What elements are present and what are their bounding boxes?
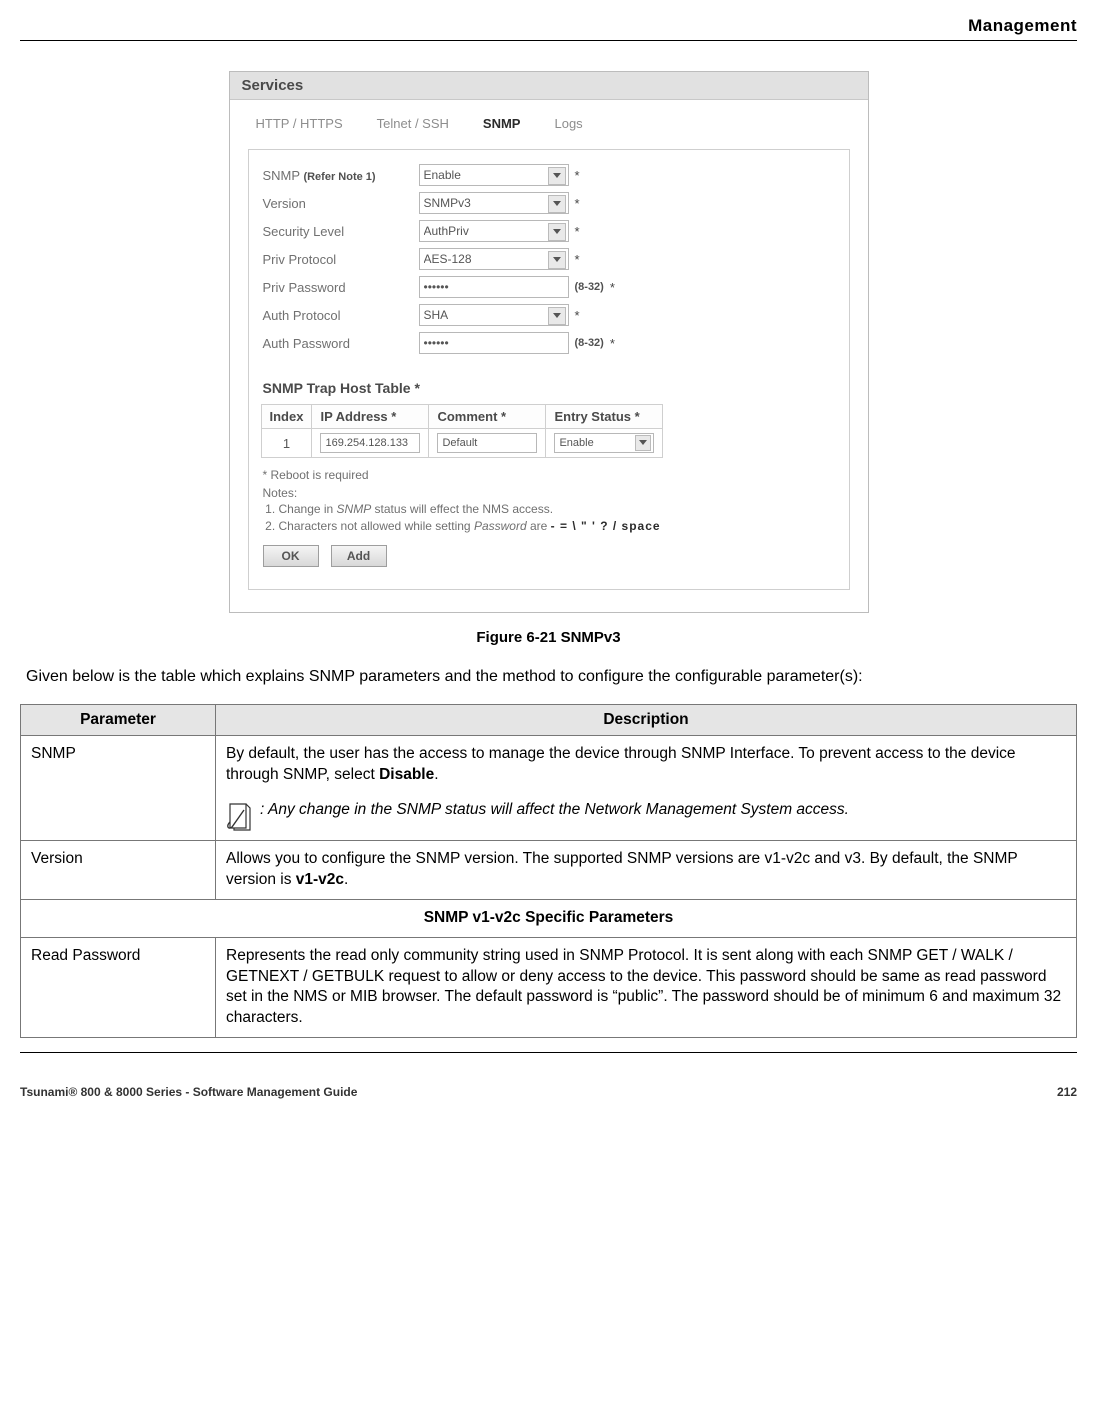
table-row: Version Allows you to configure the SNMP… <box>21 840 1077 899</box>
note-icon <box>226 802 252 832</box>
param-desc-version: Allows you to configure the SNMP version… <box>216 840 1077 899</box>
th-index: Index <box>261 405 312 429</box>
th-comment: Comment * <box>429 405 546 429</box>
asterisk: * <box>610 336 615 351</box>
auth-password-label: Auth Password <box>259 336 419 351</box>
note-1: Change in SNMP status will effect the NM… <box>279 502 839 516</box>
trap-ip-input[interactable] <box>320 433 420 453</box>
page-header: Management <box>20 10 1077 40</box>
version-select[interactable] <box>419 192 569 214</box>
asterisk: * <box>575 224 580 239</box>
services-screenshot: Services HTTP / HTTPS Telnet / SSH SNMP … <box>229 71 869 613</box>
auth-password-range: (8-32) <box>575 337 604 349</box>
snmp-refer-note: (Refer Note 1) <box>303 171 375 183</box>
auth-protocol-select[interactable] <box>419 304 569 326</box>
trap-index-cell: 1 <box>261 429 312 458</box>
auth-password-input[interactable] <box>419 332 569 354</box>
auth-protocol-label: Auth Protocol <box>259 308 419 323</box>
trap-host-table-title: SNMP Trap Host Table * <box>263 380 839 396</box>
th-description: Description <box>216 705 1077 736</box>
asterisk: * <box>575 252 580 267</box>
priv-password-label: Priv Password <box>259 280 419 295</box>
note-text: : Any change in the SNMP status will aff… <box>260 800 849 832</box>
asterisk: * <box>575 196 580 211</box>
param-name-snmp: SNMP <box>21 736 216 841</box>
tab-telnet-ssh[interactable]: Telnet / SSH <box>377 116 449 131</box>
page-number: 212 <box>1057 1085 1077 1099</box>
th-parameter: Parameter <box>21 705 216 736</box>
lead-text: Given below is the table which explains … <box>26 668 1077 686</box>
trap-status-select[interactable] <box>554 433 654 453</box>
snmp-label: SNMP <box>263 168 300 183</box>
param-name-read-password: Read Password <box>21 937 216 1038</box>
security-level-select[interactable] <box>419 220 569 242</box>
footer-divider <box>20 1052 1077 1053</box>
table-row: Read Password Represents the read only c… <box>21 937 1077 1038</box>
header-divider <box>20 40 1077 41</box>
page-footer: Tsunami® 800 & 8000 Series - Software Ma… <box>20 1085 1077 1099</box>
version-label: Version <box>259 196 419 211</box>
services-tabs: HTTP / HTTPS Telnet / SSH SNMP Logs <box>230 100 868 137</box>
note-2: Characters not allowed while setting Pas… <box>279 519 839 533</box>
notes-list: Change in SNMP status will effect the NM… <box>279 502 839 533</box>
notes-label: Notes: <box>263 486 839 500</box>
param-desc-read-password: Represents the read only community strin… <box>216 937 1077 1038</box>
tab-http-https[interactable]: HTTP / HTTPS <box>256 116 343 131</box>
services-panel-title: Services <box>230 72 868 100</box>
footer-text: Tsunami® 800 & 8000 Series - Software Ma… <box>20 1085 357 1099</box>
trap-host-table: Index IP Address * Comment * Entry Statu… <box>261 404 664 458</box>
tab-snmp[interactable]: SNMP <box>483 116 521 131</box>
param-desc-snmp: By default, the user has the access to m… <box>216 736 1077 841</box>
asterisk: * <box>610 280 615 295</box>
tab-logs[interactable]: Logs <box>554 116 582 131</box>
security-level-label: Security Level <box>259 224 419 239</box>
th-entry-status: Entry Status * <box>546 405 663 429</box>
priv-protocol-select[interactable] <box>419 248 569 270</box>
priv-password-range: (8-32) <box>575 281 604 293</box>
ok-button[interactable]: OK <box>263 545 319 567</box>
trap-comment-input[interactable] <box>437 433 537 453</box>
param-name-version: Version <box>21 840 216 899</box>
table-row: 1 <box>261 429 663 458</box>
snmp-select[interactable] <box>419 164 569 186</box>
snmp-config-panel: SNMP (Refer Note 1) * Version * Security… <box>248 149 850 590</box>
figure-caption: Figure 6-21 SNMPv3 <box>20 629 1077 646</box>
table-row: SNMP By default, the user has the access… <box>21 736 1077 841</box>
priv-protocol-label: Priv Protocol <box>259 252 419 267</box>
th-ip-address: IP Address * <box>312 405 429 429</box>
add-button[interactable]: Add <box>331 545 387 567</box>
reboot-required-note: * Reboot is required <box>263 468 839 482</box>
priv-password-input[interactable] <box>419 276 569 298</box>
table-section-row: SNMP v1-v2c Specific Parameters <box>21 899 1077 937</box>
asterisk: * <box>575 308 580 323</box>
section-heading: SNMP v1-v2c Specific Parameters <box>21 899 1077 937</box>
parameter-table: Parameter Description SNMP By default, t… <box>20 704 1077 1038</box>
asterisk: * <box>575 168 580 183</box>
